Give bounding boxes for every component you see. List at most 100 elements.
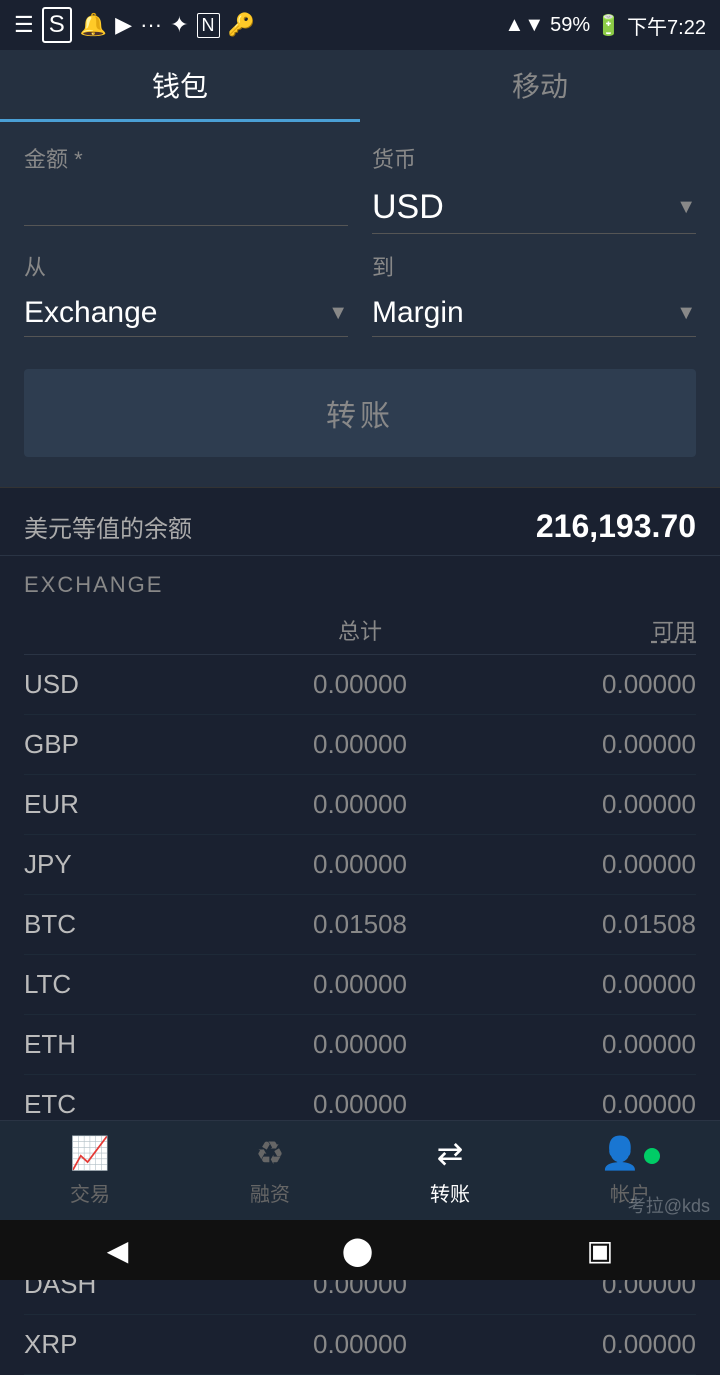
row-total: 0.00000 <box>248 729 472 760</box>
table-row: EUR 0.00000 0.00000 <box>24 775 696 835</box>
row-total: 0.00000 <box>248 669 472 700</box>
row-available: 0.00000 <box>472 789 696 820</box>
back-button[interactable]: ◀ <box>107 1234 129 1267</box>
table-row: BTC 0.01508 0.01508 <box>24 895 696 955</box>
tab-wallet-label: 钱包 <box>152 65 208 105</box>
balance-section: 美元等值的余额 216,193.70 <box>0 488 720 556</box>
table-row: GBP 0.00000 0.00000 <box>24 715 696 775</box>
row-currency: LTC <box>24 969 248 1000</box>
currency-label: 货币 <box>372 142 696 174</box>
table-row: ETH 0.00000 0.00000 <box>24 1015 696 1075</box>
transfer-button[interactable]: 转账 <box>24 369 696 457</box>
status-right: ▲▼ 59% 🔋 下午7:22 <box>505 11 706 40</box>
time-display: 下午7:22 <box>627 11 706 40</box>
main-tab-bar: 钱包 移动 <box>0 50 720 122</box>
th-currency <box>24 614 248 646</box>
battery-text: 59% <box>550 14 590 37</box>
exchange-header: EXCHANGE <box>24 556 696 606</box>
row-total: 0.00000 <box>248 1089 472 1120</box>
row-available: 0.00000 <box>472 1029 696 1060</box>
form-row-2: 从 Exchange ▼ 到 Margin ▼ <box>24 250 696 337</box>
row-available: 0.00000 <box>472 669 696 700</box>
transfer-icon: ⇄ <box>437 1134 464 1172</box>
nav-finance-label: 融资 <box>250 1178 290 1207</box>
row-currency: USD <box>24 669 248 700</box>
home-button[interactable]: ⬤ <box>342 1234 373 1267</box>
row-total: 0.00000 <box>248 849 472 880</box>
from-value: Exchange <box>24 296 157 330</box>
account-icon: 👤 <box>600 1134 660 1172</box>
balance-label: 美元等值的余额 <box>24 509 192 544</box>
row-available: 0.00000 <box>472 849 696 880</box>
bottom-nav: 📈 交易 ♻ 融资 ⇄ 转账 👤 帐户 <box>0 1120 720 1220</box>
bluetooth-icon: ✦ <box>170 12 188 38</box>
nav-transfer[interactable]: ⇄ 转账 <box>360 1121 540 1220</box>
to-arrow-icon: ▼ <box>676 302 696 325</box>
row-currency: XRP <box>24 1329 248 1360</box>
table-header: 总计 可用 <box>24 606 696 655</box>
row-currency: EUR <box>24 789 248 820</box>
currency-arrow-icon: ▼ <box>676 196 696 219</box>
to-value: Margin <box>372 296 464 330</box>
s-icon: S <box>42 7 72 43</box>
form-section: 金额 * 货币 USD ▼ 从 Exchange ▼ 到 Margin ▼ <box>0 122 720 488</box>
row-total: 0.00000 <box>248 789 472 820</box>
row-currency: JPY <box>24 849 248 880</box>
nav-account[interactable]: 👤 帐户 <box>540 1121 720 1220</box>
row-available: 0.00000 <box>472 729 696 760</box>
recent-button[interactable]: ▣ <box>587 1234 613 1267</box>
key-icon: 🔑 <box>228 12 255 38</box>
row-available: 0.00000 <box>472 1329 696 1360</box>
status-bar: ☰ S 🔔 ▶ ··· ✦ N 🔑 ▲▼ 59% 🔋 下午7:22 <box>0 0 720 50</box>
table-row: JPY 0.00000 0.00000 <box>24 835 696 895</box>
nav-account-label: 帐户 <box>610 1178 650 1207</box>
row-available: 0.00000 <box>472 969 696 1000</box>
currency-group: 货币 USD ▼ <box>372 142 696 234</box>
menu-icon: ☰ <box>14 12 34 38</box>
row-currency: BTC <box>24 909 248 940</box>
from-label: 从 <box>24 250 348 282</box>
send-icon: ▶ <box>115 12 132 38</box>
amount-input[interactable] <box>24 182 348 226</box>
form-row-1: 金额 * 货币 USD ▼ <box>24 142 696 234</box>
row-available: 0.00000 <box>472 1089 696 1120</box>
table-row: USD 0.00000 0.00000 <box>24 655 696 715</box>
th-available: 可用 <box>472 614 696 646</box>
online-indicator <box>644 1148 660 1164</box>
battery-icon: 🔋 <box>596 13 621 38</box>
row-available: 0.01508 <box>472 909 696 940</box>
currency-select[interactable]: USD ▼ <box>372 182 696 234</box>
nav-trade-label: 交易 <box>70 1178 110 1207</box>
nav-trade[interactable]: 📈 交易 <box>0 1121 180 1220</box>
bell-icon: 🔔 <box>80 12 107 38</box>
balance-value: 216,193.70 <box>536 508 696 545</box>
from-arrow-icon: ▼ <box>328 302 348 325</box>
tab-move[interactable]: 移动 <box>360 50 720 122</box>
to-label: 到 <box>372 250 696 282</box>
row-total: 0.00000 <box>248 1329 472 1360</box>
tab-wallet[interactable]: 钱包 <box>0 50 360 122</box>
nfc-icon: N <box>197 13 220 38</box>
th-total: 总计 <box>248 614 472 646</box>
table-row: LTC 0.00000 0.00000 <box>24 955 696 1015</box>
android-nav: ◀ ⬤ ▣ <box>0 1220 720 1280</box>
dots-icon: ··· <box>140 12 162 38</box>
row-currency: ETH <box>24 1029 248 1060</box>
amount-group: 金额 * <box>24 142 348 234</box>
tab-move-label: 移动 <box>512 65 568 105</box>
currency-value: USD <box>372 188 444 227</box>
to-group: 到 Margin ▼ <box>372 250 696 337</box>
from-group: 从 Exchange ▼ <box>24 250 348 337</box>
status-left: ☰ S 🔔 ▶ ··· ✦ N 🔑 <box>14 7 255 43</box>
table-row: XRP 0.00000 0.00000 <box>24 1315 696 1375</box>
from-select[interactable]: Exchange ▼ <box>24 290 348 337</box>
to-select[interactable]: Margin ▼ <box>372 290 696 337</box>
row-currency: GBP <box>24 729 248 760</box>
trade-icon: 📈 <box>70 1134 110 1172</box>
row-total: 0.00000 <box>248 1029 472 1060</box>
nav-finance[interactable]: ♻ 融资 <box>180 1121 360 1220</box>
finance-icon: ♻ <box>256 1134 285 1172</box>
amount-label: 金额 * <box>24 142 348 174</box>
row-total: 0.00000 <box>248 969 472 1000</box>
row-currency: ETC <box>24 1089 248 1120</box>
